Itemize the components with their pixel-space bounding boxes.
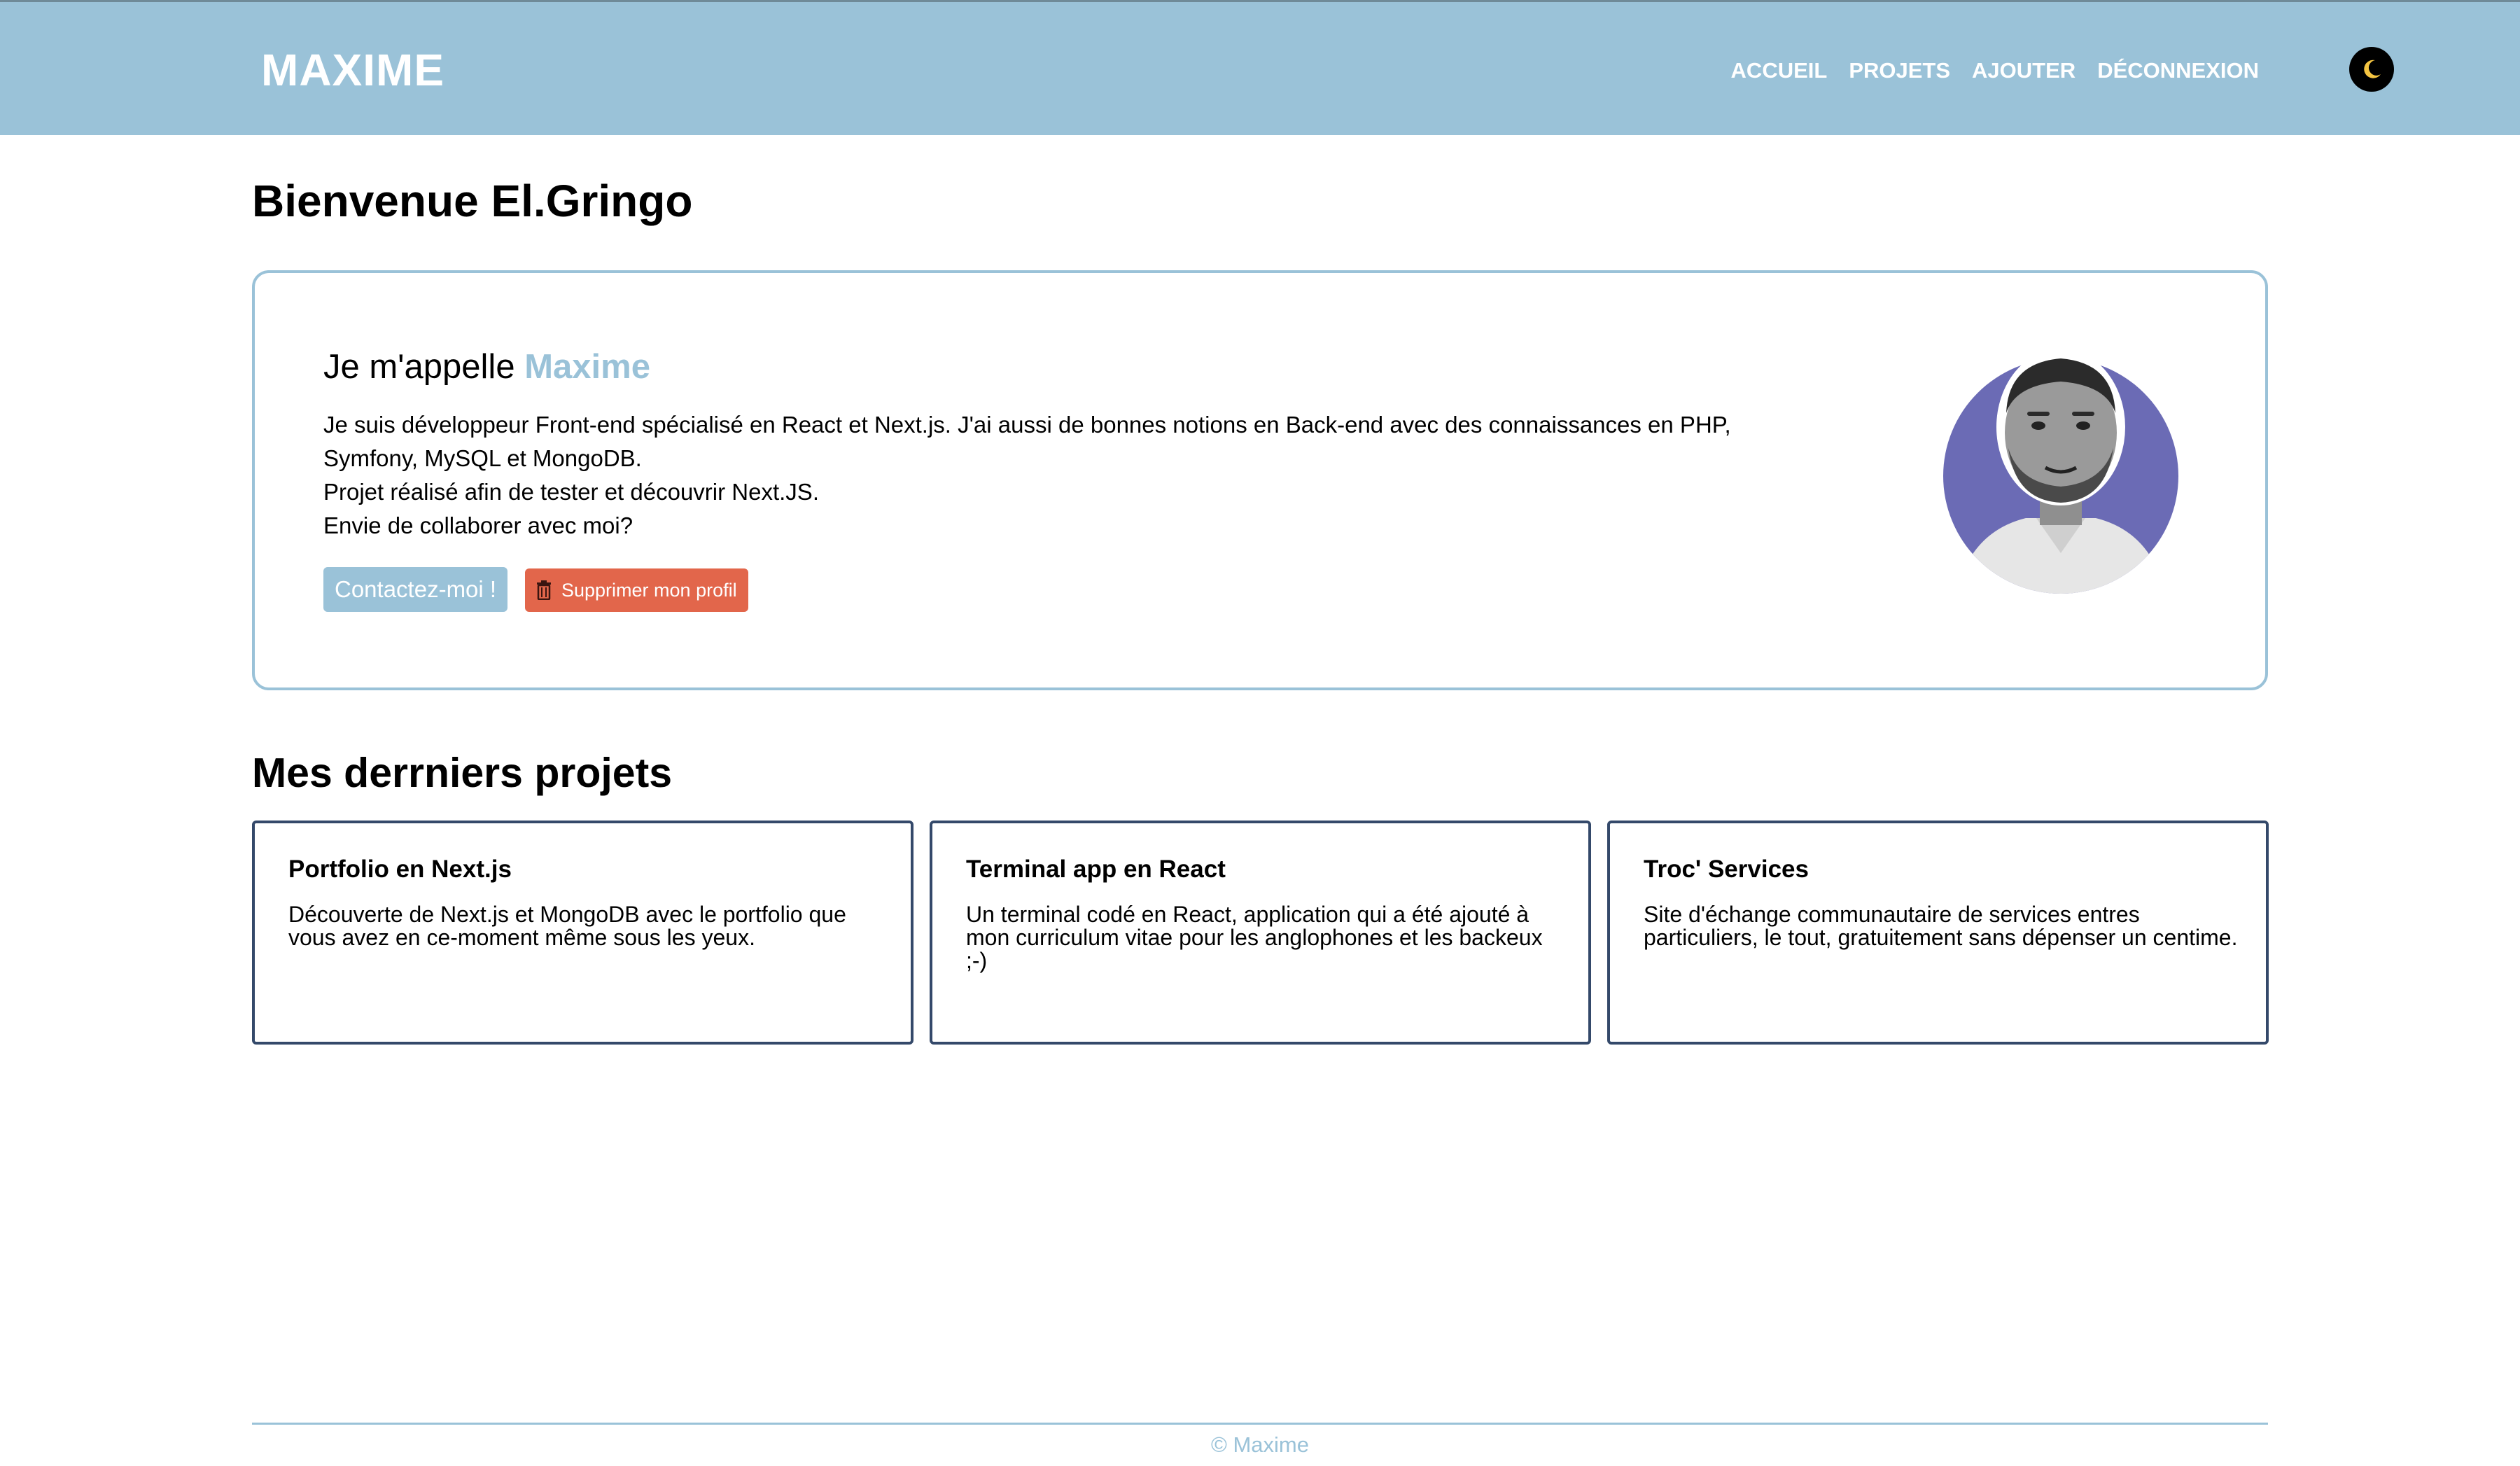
footer-divider xyxy=(252,1423,2268,1425)
intro-card: Je m'appelle Maxime Je suis développeur … xyxy=(252,270,2268,690)
theme-toggle-button[interactable] xyxy=(2349,47,2394,92)
nav-link-projets[interactable]: PROJETS xyxy=(1849,58,1950,83)
intro-text: Je suis développeur Front-end spécialisé… xyxy=(323,408,1793,543)
nav-link-accueil[interactable]: ACCUEIL xyxy=(1731,58,1828,83)
projects-heading: Mes derrniers projets xyxy=(252,750,673,796)
contact-button[interactable]: Contactez-moi ! xyxy=(323,567,508,612)
delete-profile-button[interactable]: Supprimer mon profil xyxy=(525,568,748,612)
footer-copyright: © Maxime xyxy=(1211,1432,1309,1457)
project-description: Un terminal codé en React, application q… xyxy=(966,902,1543,973)
project-card[interactable]: Portfolio en Next.js Découverte de Next.… xyxy=(252,821,913,1045)
main-nav: ACCUEIL PROJETS AJOUTER DÉCONNEXION xyxy=(1731,58,2259,83)
project-card[interactable]: Troc' Services Site d'échange communauta… xyxy=(1607,821,2269,1045)
moon-icon xyxy=(2364,60,2381,78)
nav-link-ajouter[interactable]: AJOUTER xyxy=(1972,58,2076,83)
intro-title-prefix: Je m'appelle xyxy=(323,348,515,386)
nav-link-deconnexion[interactable]: DÉCONNEXION xyxy=(2097,58,2259,83)
welcome-heading: Bienvenue El.Gringo xyxy=(252,176,693,226)
project-description: Découverte de Next.js et MongoDB avec le… xyxy=(288,902,846,950)
project-card[interactable]: Terminal app en React Un terminal codé e… xyxy=(930,821,1591,1045)
intro-title: Je m'appelle Maxime xyxy=(323,347,650,386)
intro-paragraph: Projet réalisé afin de tester et découvr… xyxy=(323,479,819,505)
avatar xyxy=(1943,349,2178,594)
project-title: Portfolio en Next.js xyxy=(288,856,512,883)
intro-title-name: Maxime xyxy=(524,348,650,386)
intro-paragraph: Je suis développeur Front-end spécialisé… xyxy=(323,412,1731,471)
intro-paragraph: Envie de collaborer avec moi? xyxy=(323,512,634,538)
site-header: MAXIME ACCUEIL PROJETS AJOUTER DÉCONNEXI… xyxy=(0,0,2520,135)
project-title: Troc' Services xyxy=(1644,856,1809,883)
trash-icon xyxy=(537,580,551,600)
delete-profile-label: Supprimer mon profil xyxy=(561,579,737,601)
project-description: Site d'échange communautaire de services… xyxy=(1644,902,2238,950)
site-logo[interactable]: MAXIME xyxy=(261,44,444,96)
project-title: Terminal app en React xyxy=(966,856,1226,883)
